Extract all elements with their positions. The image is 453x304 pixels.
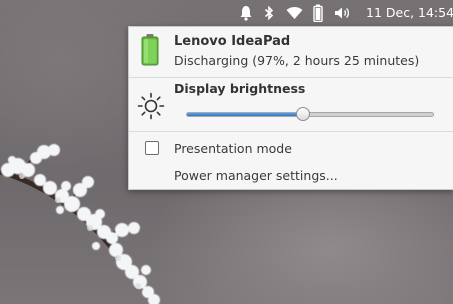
brightness-slider-fill bbox=[187, 113, 303, 116]
bell-icon bbox=[240, 6, 252, 21]
notification-bell-button[interactable] bbox=[239, 3, 253, 23]
separator bbox=[129, 131, 453, 132]
volume-button[interactable] bbox=[334, 3, 352, 23]
brightness-slider[interactable] bbox=[186, 107, 434, 121]
bluetooth-icon bbox=[264, 5, 274, 21]
battery-icon bbox=[313, 4, 323, 22]
presentation-mode-label[interactable]: Presentation mode bbox=[174, 141, 292, 156]
presentation-mode-checkbox[interactable] bbox=[145, 141, 159, 155]
power-menu-popover: Lenovo IdeaPad Discharging (97%, 2 hours… bbox=[128, 26, 453, 190]
device-name: Lenovo IdeaPad bbox=[174, 34, 291, 49]
brightness-icon bbox=[136, 91, 166, 125]
bluetooth-button[interactable] bbox=[264, 3, 274, 23]
battery-button[interactable] bbox=[313, 3, 323, 23]
brightness-label: Display brightness bbox=[174, 81, 306, 96]
volume-icon bbox=[335, 7, 350, 19]
battery-status-text: Discharging (97%, 2 hours 25 minutes) bbox=[174, 53, 420, 68]
brightness-slider-handle[interactable] bbox=[295, 107, 310, 121]
separator bbox=[129, 77, 453, 78]
battery-level-icon bbox=[141, 34, 159, 70]
wifi-button[interactable] bbox=[286, 3, 303, 23]
top-panel: 11 Dec, 14:54 bbox=[0, 0, 453, 26]
clock[interactable]: 11 Dec, 14:54 bbox=[366, 4, 453, 22]
wifi-icon bbox=[286, 7, 303, 19]
power-manager-settings-item[interactable]: Power manager settings... bbox=[174, 168, 338, 183]
